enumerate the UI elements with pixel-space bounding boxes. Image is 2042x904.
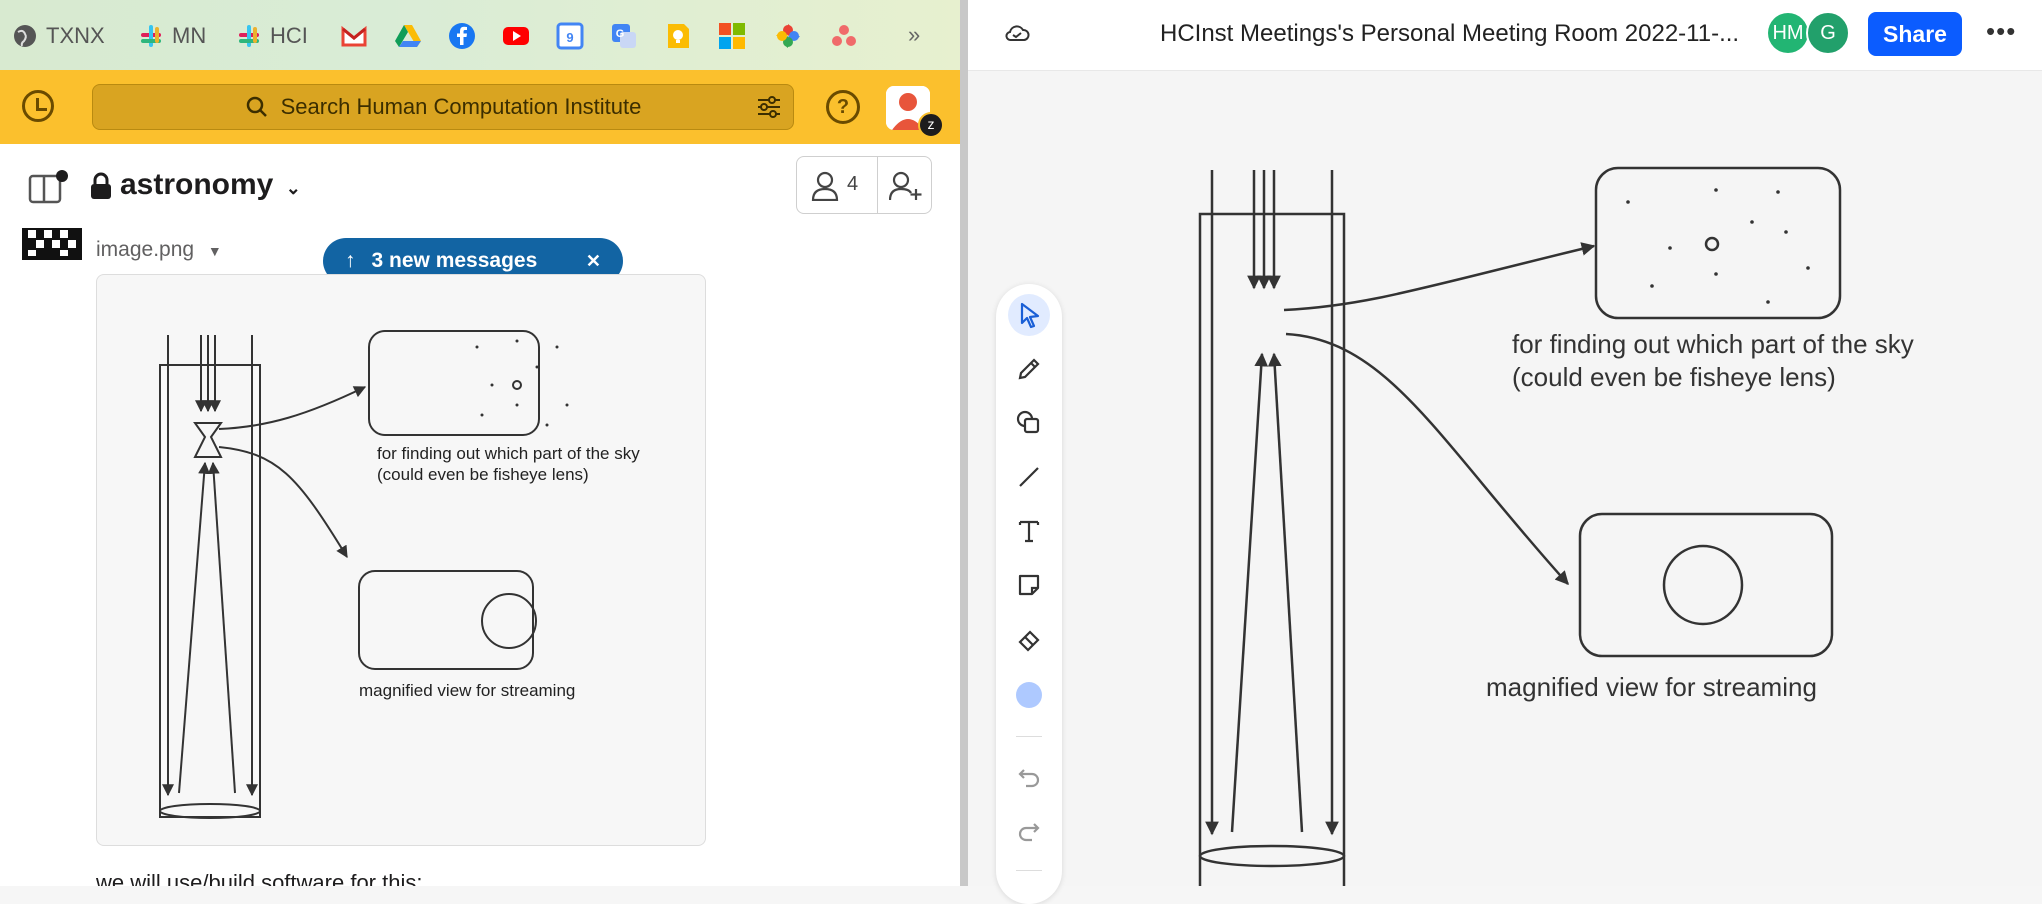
shapes-icon [1016,410,1040,434]
member-count: 4 [847,173,859,195]
bookmark-label: MN [172,23,207,48]
new-messages-label: 3 new messages [371,249,538,272]
search-filter-icon[interactable] [756,94,782,120]
sticky-note-icon [1018,574,1040,596]
cloud-sync-icon[interactable] [1004,22,1030,46]
bookmark-hci[interactable]: HCI [236,18,308,54]
share-button[interactable]: Share [1868,12,1962,56]
person-icon [811,171,839,201]
bookmark-txnx[interactable]: TXNX [12,18,105,54]
toolbar-separator [1016,736,1042,737]
sticky-note-tool[interactable] [1008,564,1050,606]
slack-icon [239,25,259,47]
search-input[interactable]: Search Human Computation Institute [92,84,794,130]
sidebar-toggle-icon[interactable] [28,170,68,204]
keep-icon[interactable] [664,22,692,50]
redo-button[interactable] [1008,810,1050,852]
window-divider[interactable] [960,0,968,886]
bookmarks-bar: TXNX MN HCI 9 G » [0,0,960,70]
diagram-label-sky-line1: for finding out which part of the sky [377,444,640,463]
line-icon [1019,467,1039,487]
image-attachment[interactable]: for finding out which part of the sky (c… [96,274,706,846]
close-icon[interactable]: ✕ [586,251,601,272]
telescope-diagram [159,330,569,819]
whiteboard-title[interactable]: HCInst Meetings's Personal Meeting Room … [1160,20,1739,48]
slack-icon [141,25,161,47]
eraser-icon [1018,630,1040,652]
slack-window: TXNX MN HCI 9 G » Search Human Computati… [0,0,960,886]
avatar-initials: HM [1772,22,1804,44]
translate-icon[interactable]: G [610,22,638,50]
diagram-label-sky: for finding out which part of the sky (c… [377,443,640,485]
arrow-up-icon: ↑ [345,249,356,272]
facebook-icon[interactable] [448,22,476,50]
select-icon [1020,302,1040,329]
toolbar-separator [1016,870,1042,871]
svg-text:9: 9 [566,30,573,45]
avatar-initials: G [1820,22,1836,44]
line-tool[interactable] [1008,456,1050,498]
avatar-hm[interactable]: HM [1768,13,1808,53]
asana-icon[interactable] [830,22,858,50]
whiteboard-label-sky-line1: for finding out which part of the sky [1512,329,1914,359]
message-text: we will use/build software for this: [96,870,423,886]
bookmark-label: TXNX [46,23,105,48]
gmail-icon[interactable] [340,22,368,50]
text-icon [1018,520,1040,543]
photos-icon[interactable] [774,22,802,50]
color-swatch[interactable] [1008,674,1050,716]
bookmark-mn[interactable]: MN [138,18,206,54]
more-options-icon[interactable]: ••• [1986,16,2016,47]
channel-name[interactable]: astronomy ⌄ [120,168,301,202]
pen-icon [1018,358,1040,380]
diagram-label-sky-line2: (could even be fisheye lens) [377,465,589,484]
avatar-g[interactable]: G [1806,11,1850,55]
undo-button[interactable] [1008,756,1050,798]
redo-icon [1018,823,1040,842]
bookmark-label: HCI [270,23,308,48]
chevron-down-icon: ⌄ [285,178,301,198]
search-placeholder: Search Human Computation Institute [280,94,642,119]
whiteboard-label-stream[interactable]: magnified view for streaming [1486,672,1817,703]
stream-frame[interactable] [1578,512,1834,658]
whiteboard-label-sky-line2: (could even be fisheye lens) [1512,362,1836,392]
help-icon[interactable]: ? [826,90,860,124]
eraser-tool[interactable] [1008,618,1050,660]
search-icon [246,96,267,117]
select-tool[interactable] [1008,294,1050,336]
members-button[interactable]: 4 [796,156,932,214]
drive-icon[interactable] [394,22,422,50]
status-badge: z [918,112,944,138]
whiteboard-label-sky[interactable]: for finding out which part of the sky (c… [1512,328,1914,394]
members-divider [877,157,878,213]
sender-avatar [22,228,82,260]
globe-icon [14,25,36,47]
diagram-label-stream: magnified view for streaming [359,681,576,700]
shapes-tool[interactable] [1008,402,1050,444]
caret-down-icon: ▼ [207,243,222,259]
whiteboard-canvas[interactable] [968,70,2042,886]
file-name[interactable]: image.png ▼ [96,238,222,262]
telescope-tube[interactable] [1198,212,1346,886]
undo-icon [1018,769,1040,788]
microsoft-icon[interactable] [718,22,746,50]
calendar-icon[interactable]: 9 [556,22,584,50]
file-name-text: image.png [96,238,195,261]
channel-name-text: astronomy [120,168,274,201]
lock-icon [91,172,111,199]
color-swatch-icon [1016,682,1042,708]
bookmarks-more-button[interactable]: » [908,22,920,48]
svg-text:G: G [616,28,625,40]
history-icon[interactable] [22,90,54,122]
add-person-icon [889,171,922,201]
youtube-icon[interactable] [502,22,530,50]
text-tool[interactable] [1008,510,1050,552]
pen-tool[interactable] [1008,348,1050,390]
